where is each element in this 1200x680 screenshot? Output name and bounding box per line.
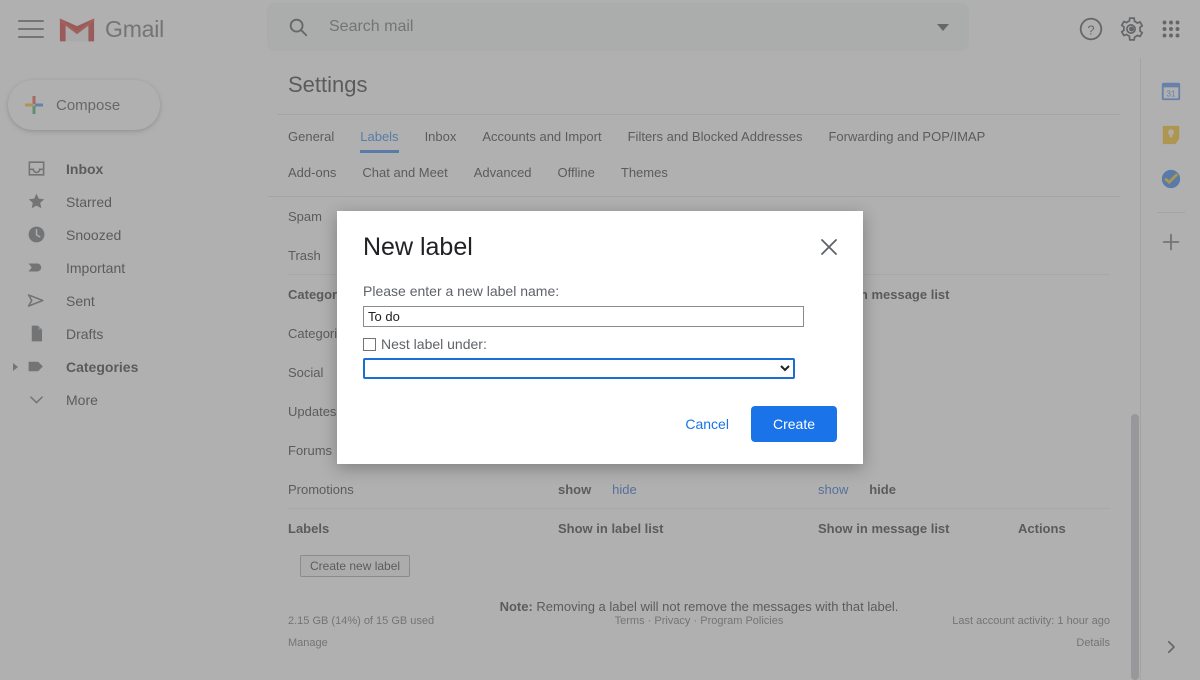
cancel-button[interactable]: Cancel [669,407,745,441]
gmail-settings-screen: Gmail ? [0,0,1200,680]
nest-label-row: Nest label under: [363,336,837,352]
nest-label-checkbox-label: Nest label under: [381,336,487,352]
label-name-input[interactable] [363,306,804,327]
create-button[interactable]: Create [750,406,837,442]
dialog-prompt: Please enter a new label name: [363,283,560,299]
dialog-title: New label [363,233,473,261]
nest-label-checkbox[interactable] [363,337,376,351]
dialog-actions: Cancel Create [669,406,837,442]
new-label-dialog: New label Please enter a new label name:… [337,211,863,464]
close-icon[interactable] [817,235,841,259]
nest-parent-select[interactable] [363,358,795,379]
